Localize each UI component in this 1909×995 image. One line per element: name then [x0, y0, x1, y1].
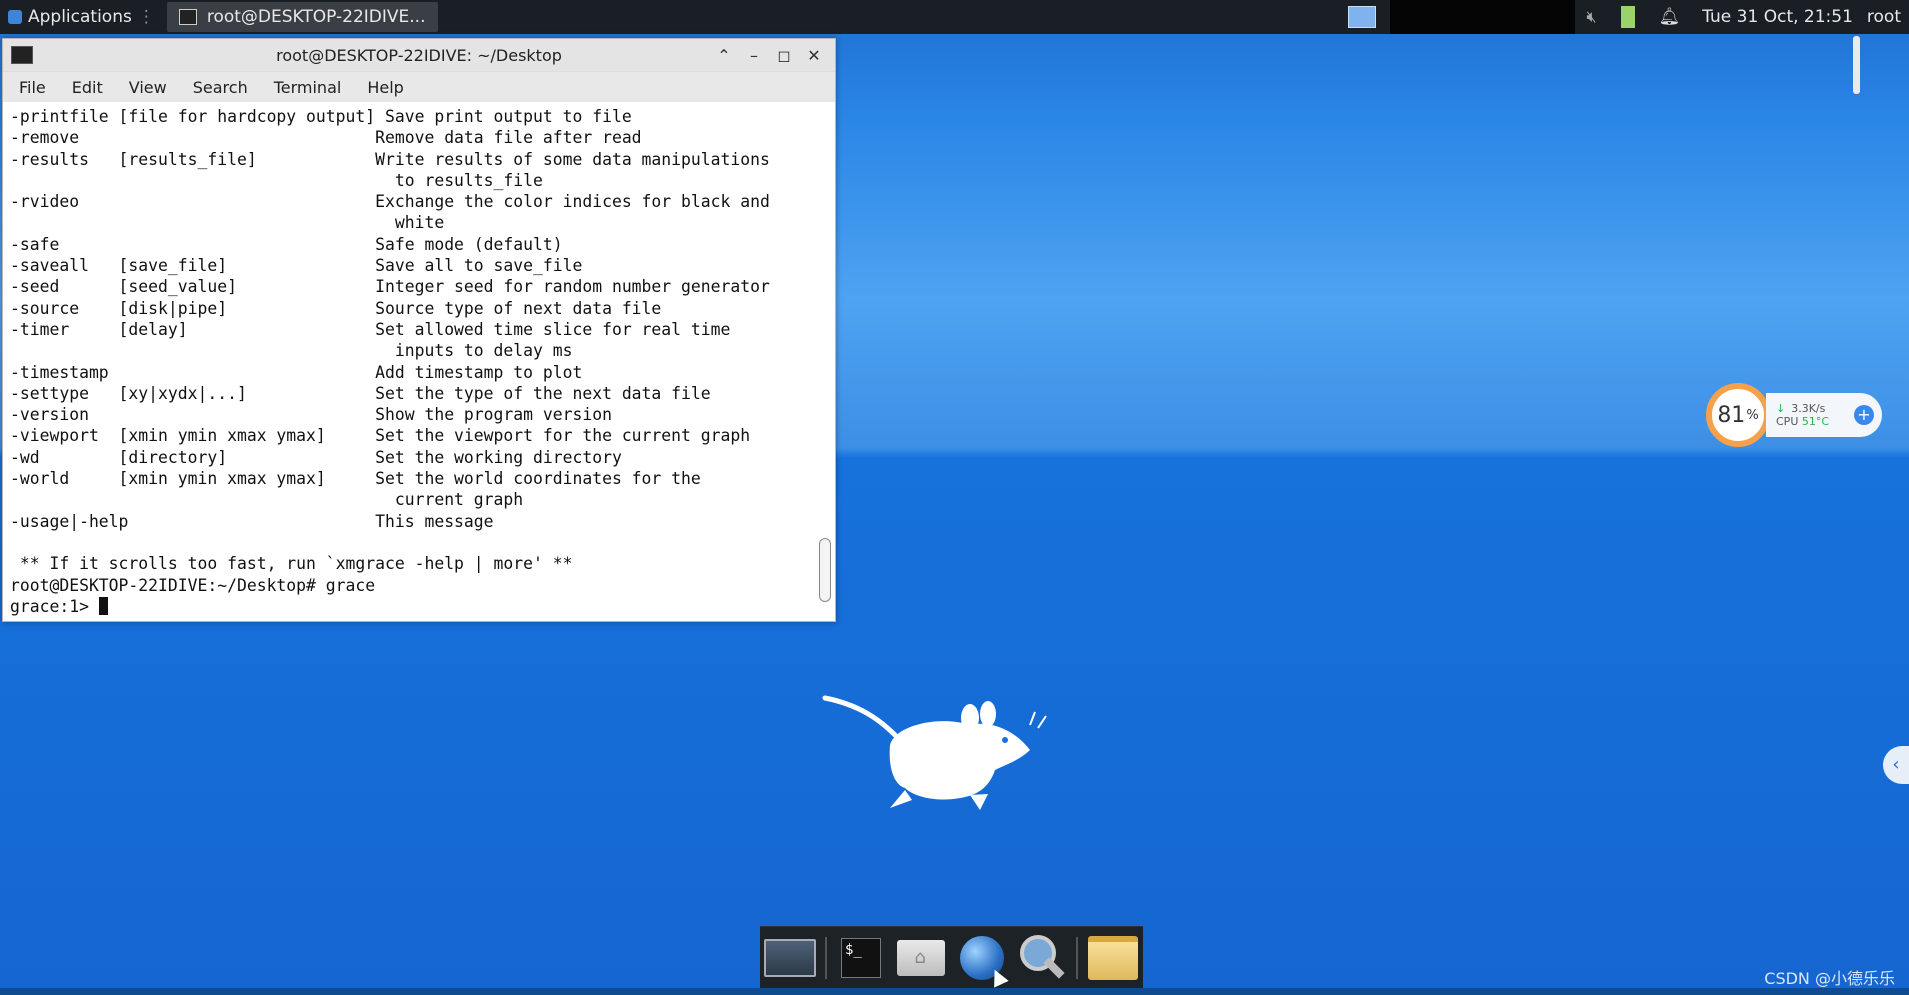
menu-search[interactable]: Search — [193, 78, 248, 97]
boost-plus-icon[interactable]: + — [1854, 405, 1874, 425]
file-manager-launcher[interactable] — [1087, 935, 1139, 981]
web-browser-launcher[interactable] — [956, 935, 1009, 988]
gauge-percent-unit: % — [1746, 407, 1759, 423]
system-monitor-widget[interactable]: 81% ↓ 3.3K/s CPU 51°C + — [1706, 382, 1886, 448]
scrollbar-thumb[interactable] — [819, 538, 831, 602]
terminal-prompt-icon: $_ — [840, 938, 881, 978]
watermark: CSDN @小德乐乐 — [1764, 969, 1895, 988]
close-button[interactable]: ✕ — [803, 46, 825, 65]
bottom-dock: $_ — [760, 926, 1143, 989]
desktop-icon — [764, 939, 817, 977]
window-controls: ⌃ – ◻ ✕ — [713, 46, 825, 65]
dock-separator — [824, 937, 827, 979]
terminal-titlebar[interactable]: root@DESKTOP-22IDIVE: ~/Desktop ⌃ – ◻ ✕ — [3, 39, 835, 72]
terminal-window: root@DESKTOP-22IDIVE: ~/Desktop ⌃ – ◻ ✕ … — [2, 38, 836, 622]
clock[interactable]: Tue 31 Oct, 21:51 — [1702, 7, 1853, 27]
app-finder-launcher[interactable] — [1016, 935, 1068, 981]
minimize-button[interactable]: – — [743, 46, 765, 65]
chevron-left-icon: ‹ — [1892, 754, 1900, 775]
text-cursor — [98, 596, 108, 615]
download-arrow-icon: ↓ — [1776, 402, 1786, 415]
menu-file[interactable]: File — [19, 78, 46, 97]
menu-edit[interactable]: Edit — [72, 78, 103, 97]
menu-terminal[interactable]: Terminal — [274, 78, 342, 97]
home-folder-icon — [897, 940, 946, 976]
maximize-button[interactable]: ◻ — [773, 46, 795, 65]
home-folder-launcher[interactable] — [895, 935, 947, 981]
dock-separator — [1076, 937, 1079, 979]
net-speed-value: 3.3K/s — [1791, 402, 1826, 415]
gauge-percent: 81 — [1717, 402, 1746, 428]
window-title: root@DESKTOP-22IDIVE: ~/Desktop — [276, 45, 562, 65]
applications-menu[interactable]: Applications ⋮ — [0, 0, 163, 34]
menu-handle-icon: ⋮ — [137, 7, 155, 27]
notification-bell-icon[interactable]: 🔔︎ — [1659, 7, 1681, 27]
user-menu[interactable]: root — [1867, 7, 1901, 27]
terminal-output: -printfile [file for hardcopy output] Sa… — [3, 102, 835, 616]
workspace-switcher[interactable] — [1347, 6, 1376, 28]
terminal-prompt: grace:1> — [10, 596, 99, 616]
task-title: root@DESKTOP-22IDIVE... — [206, 7, 426, 27]
folder-icon — [1087, 936, 1138, 980]
xfce-mouse-mascot-icon — [822, 695, 1047, 810]
system-tray: 🔇︎ 🔔︎ Tue 31 Oct, 21:51 root — [1334, 0, 1909, 34]
desktop-edge-handle[interactable] — [1853, 36, 1860, 94]
cpu-usage-gauge: 81% — [1706, 383, 1770, 447]
menu-help[interactable]: Help — [367, 78, 403, 97]
tray-area — [1389, 0, 1575, 34]
menu-view[interactable]: View — [129, 78, 167, 97]
cpu-temp-value: 51°C — [1801, 415, 1830, 428]
side-panel-toggle[interactable]: ‹ — [1883, 746, 1909, 784]
bottom-strip — [0, 988, 1909, 995]
applications-label: Applications — [28, 7, 132, 27]
terminal-icon — [178, 9, 197, 25]
terminal-window-icon[interactable] — [11, 46, 33, 64]
terminal-output-text: -printfile [file for hardcopy output] Sa… — [10, 107, 770, 595]
terminal-launcher[interactable]: $_ — [835, 935, 887, 981]
xfce-logo-icon — [8, 10, 22, 24]
taskbar-terminal-button[interactable]: root@DESKTOP-22IDIVE... — [166, 2, 438, 32]
battery-icon[interactable] — [1620, 6, 1635, 28]
terminal-menubar: File Edit View Search Terminal Help — [3, 72, 835, 102]
terminal-scrollbar[interactable] — [819, 102, 831, 610]
monitor-panel: ↓ 3.3K/s CPU 51°C + — [1766, 393, 1882, 437]
cpu-label: CPU — [1776, 415, 1799, 428]
volume-muted-icon[interactable]: 🔇︎ — [1587, 7, 1597, 27]
terminal-body[interactable]: -printfile [file for hardcopy output] Sa… — [3, 102, 835, 616]
top-panel: Applications ⋮ root@DESKTOP-22IDIVE... 🔇… — [0, 0, 1909, 34]
shade-button[interactable]: ⌃ — [713, 46, 735, 65]
show-desktop-button[interactable] — [764, 935, 817, 981]
